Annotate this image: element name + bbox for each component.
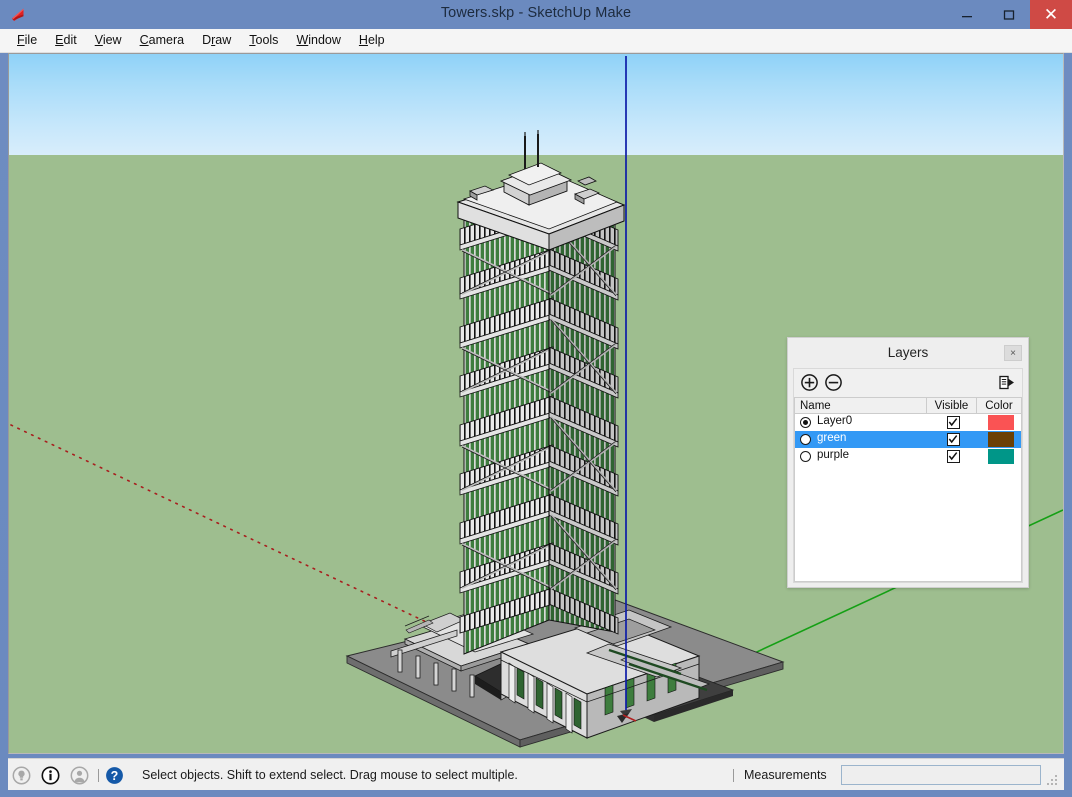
details-flyout-icon[interactable] xyxy=(997,373,1016,392)
menu-bar: File Edit View Camera Draw Tools Window … xyxy=(0,29,1072,53)
minimize-button[interactable] xyxy=(946,0,988,29)
minus-circle-icon[interactable] xyxy=(824,373,843,392)
layers-toolbar xyxy=(794,369,1022,397)
menu-edit[interactable]: Edit xyxy=(46,30,86,51)
active-layer-radio[interactable] xyxy=(800,417,811,428)
layer-color-swatch[interactable] xyxy=(988,415,1014,430)
measurements-input[interactable] xyxy=(841,765,1041,785)
menu-help[interactable]: Help xyxy=(350,30,394,51)
close-icon[interactable]: × xyxy=(1004,345,1022,361)
hint-bulb-icon[interactable] xyxy=(12,766,31,785)
plus-circle-icon[interactable] xyxy=(800,373,819,392)
status-divider xyxy=(98,769,99,782)
layers-panel-title: Layers xyxy=(887,345,929,360)
help-icon[interactable]: ? xyxy=(105,766,124,785)
menu-camera[interactable]: Camera xyxy=(131,30,193,51)
layer-name[interactable]: green xyxy=(817,432,846,444)
layer-row[interactable]: Layer0 xyxy=(795,414,1021,431)
drawing-viewport[interactable]: Layers × Name Visible Color Layer0 green… xyxy=(8,53,1064,754)
status-bar: ? Select objects. Shift to extend select… xyxy=(8,758,1064,790)
application-window: Towers.skp - SketchUp Make ✕ File Edit V… xyxy=(0,0,1072,797)
layer-row[interactable]: purple xyxy=(795,448,1021,465)
title-bar[interactable]: Towers.skp - SketchUp Make ✕ xyxy=(0,0,1072,29)
layer-color-swatch[interactable] xyxy=(988,449,1014,464)
menu-tools[interactable]: Tools xyxy=(240,30,287,51)
visible-checkbox[interactable] xyxy=(947,450,960,463)
account-icon[interactable] xyxy=(70,766,89,785)
close-button[interactable]: ✕ xyxy=(1030,0,1072,29)
maximize-button[interactable] xyxy=(988,0,1030,29)
visible-checkbox[interactable] xyxy=(947,416,960,429)
window-title: Towers.skp - SketchUp Make xyxy=(440,5,632,21)
layers-column-headers: Name Visible Color xyxy=(794,397,1022,414)
layer-row[interactable]: green xyxy=(795,431,1021,448)
layers-list[interactable]: Layer0 green purple xyxy=(794,414,1022,582)
layer-name[interactable]: purple xyxy=(817,449,849,461)
layers-panel[interactable]: Layers × Name Visible Color Layer0 green… xyxy=(787,337,1029,588)
column-header-visible[interactable]: Visible xyxy=(927,397,977,414)
column-header-color[interactable]: Color xyxy=(977,397,1022,414)
menu-draw[interactable]: Draw xyxy=(193,30,240,51)
active-layer-radio[interactable] xyxy=(800,451,811,462)
visible-checkbox[interactable] xyxy=(947,433,960,446)
svg-text:?: ? xyxy=(111,769,119,783)
active-layer-radio[interactable] xyxy=(800,434,811,445)
layer-name[interactable]: Layer0 xyxy=(817,415,852,427)
layers-panel-body: Name Visible Color Layer0 green purple xyxy=(793,368,1023,583)
menu-window[interactable]: Window xyxy=(287,30,349,51)
layer-color-swatch[interactable] xyxy=(988,432,1014,447)
tower-shaft xyxy=(459,186,619,655)
info-icon[interactable] xyxy=(41,766,60,785)
column-header-name[interactable]: Name xyxy=(794,397,927,414)
measurements-divider xyxy=(733,769,734,782)
menu-view[interactable]: View xyxy=(86,30,131,51)
menu-file[interactable]: File xyxy=(8,30,46,51)
measurements-label: Measurements xyxy=(744,768,827,782)
status-message: Select objects. Shift to extend select. … xyxy=(142,768,518,782)
resize-grip-icon[interactable] xyxy=(1047,775,1058,786)
